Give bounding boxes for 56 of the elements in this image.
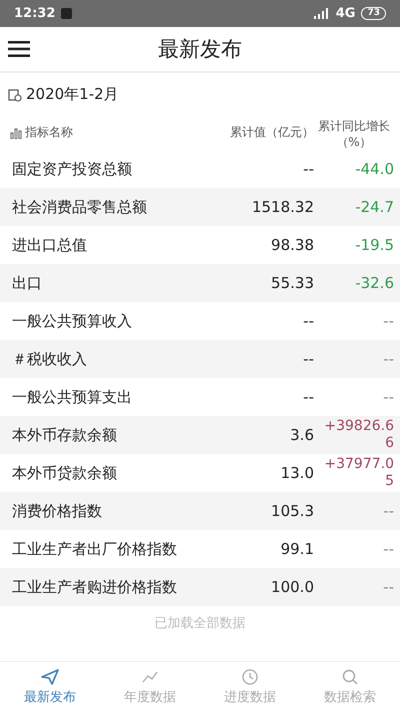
cumulative-value: --: [302, 312, 315, 330]
cumulative-value: 13.0: [280, 464, 315, 482]
growth-rate: --: [382, 540, 394, 558]
nav-tab[interactable]: 最新发布: [0, 662, 100, 711]
indicator-name: 消费价格指数: [12, 502, 103, 520]
menu-icon[interactable]: [8, 41, 30, 57]
column-header: 累计同比增长（%）: [317, 118, 391, 150]
indicator-name: 一般公共预算收入: [12, 312, 133, 330]
screen-title: 最新发布: [158, 36, 242, 63]
cumulative-value: 100.0: [270, 578, 315, 596]
period-label: 2020年1-2月: [26, 85, 119, 104]
calendar-icon: [8, 88, 22, 102]
cumulative-value: 3.6: [289, 426, 315, 444]
cumulative-value: 98.38: [270, 236, 315, 254]
load-complete-note: 已加载全部数据: [154, 615, 246, 633]
growth-rate: -32.6: [354, 274, 394, 292]
clock-icon: [241, 668, 259, 686]
column-header: 指标名称: [25, 124, 73, 141]
cumulative-value: --: [302, 350, 315, 368]
nav-tab[interactable]: 进度数据: [200, 662, 300, 711]
signal-icon: [314, 8, 330, 19]
indicator-name: 进出口总值: [12, 236, 88, 254]
growth-rate: +37977.05: [323, 456, 394, 490]
cumulative-value: --: [302, 160, 315, 178]
nav-tab[interactable]: 年度数据: [100, 662, 200, 711]
growth-rate: --: [382, 312, 394, 330]
growth-rate: -19.5: [354, 236, 394, 254]
indicator-name: 工业生产者出厂价格指数: [12, 540, 178, 558]
cumulative-value: 55.33: [270, 274, 315, 292]
growth-rate: --: [382, 350, 394, 368]
indicator-name: ＃税收收入: [12, 350, 88, 368]
send-icon: [40, 668, 60, 686]
growth-rate: --: [382, 388, 394, 406]
indicator-name: 本外币存款余额: [12, 426, 118, 444]
cumulative-value: 105.3: [270, 502, 315, 520]
status-time: 12:32: [14, 6, 56, 21]
cumulative-value: --: [302, 388, 315, 406]
bar-chart-icon: [10, 126, 22, 138]
indicator-name: 社会消费品零售总额: [12, 198, 148, 216]
indicator-name: 出口: [12, 274, 43, 292]
indicator-name: 本外币贷款余额: [12, 464, 118, 482]
growth-rate: +39826.66: [323, 418, 394, 452]
cumulative-value: 99.1: [280, 540, 315, 558]
growth-rate: -24.7: [354, 198, 394, 216]
indicator-name: 一般公共预算支出: [12, 388, 133, 406]
search-icon: [341, 668, 359, 686]
column-header: 累计值（亿元）: [229, 124, 314, 141]
network-type: 4G: [336, 6, 356, 21]
cumulative-value: 1518.32: [250, 198, 315, 216]
growth-rate: --: [382, 502, 394, 520]
growth-rate: -44.0: [354, 160, 394, 178]
battery-level: 73: [361, 7, 386, 20]
indicator-name: 固定资产投资总额: [12, 160, 133, 178]
nav-tab[interactable]: 数据检索: [300, 662, 400, 711]
indicator-name: 工业生产者购进价格指数: [12, 578, 178, 596]
growth-rate: --: [382, 578, 394, 596]
